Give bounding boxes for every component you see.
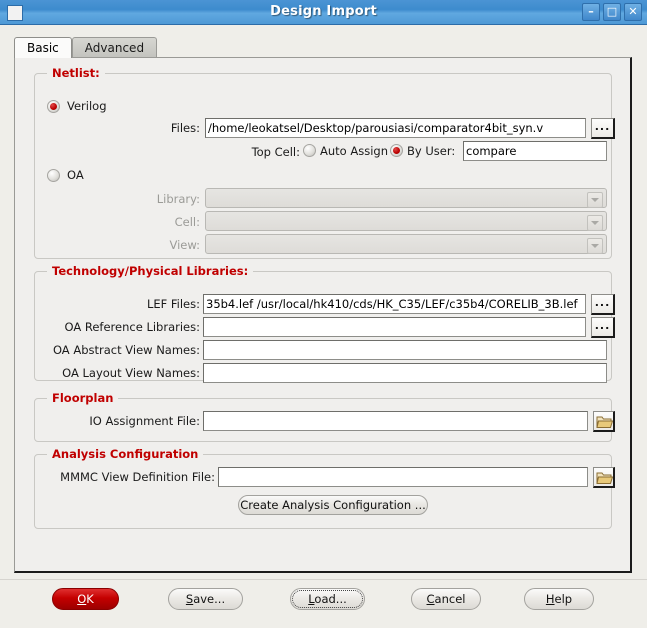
label-io-assignment-file: IO Assignment File: (89, 414, 200, 428)
cell-combo[interactable] (205, 211, 607, 231)
top-cell-input[interactable]: compare (463, 141, 607, 161)
label-top-cell: Top Cell: (251, 145, 300, 159)
oa-reference-libraries-input[interactable] (203, 317, 586, 337)
files-input[interactable]: /home/leokatsel/Desktop/parousiasi/compa… (205, 118, 586, 138)
technology-legend: Technology/Physical Libraries: (47, 264, 254, 278)
label-oa-layout-view-names: OA Layout View Names: (62, 366, 200, 380)
view-combo[interactable] (205, 234, 607, 254)
radio-oa[interactable] (47, 169, 60, 182)
load-button-label: oad... (314, 592, 347, 606)
label-auto-assign: Auto Assign (320, 144, 388, 158)
button-bar-separator (0, 579, 647, 580)
technology-group: Technology/Physical Libraries: LEF Files… (34, 264, 615, 383)
floorplan-legend: Floorplan (47, 391, 119, 405)
mmmc-view-definition-file-input[interactable] (218, 467, 588, 487)
oa-layout-view-names-input[interactable] (203, 363, 607, 383)
label-mmmc-view-definition-file: MMMC View Definition File: (60, 470, 215, 484)
radio-verilog[interactable] (47, 100, 60, 113)
ok-button[interactable]: OK (52, 588, 119, 610)
label-lef-files: LEF Files: (146, 297, 200, 311)
tabstrip: Basic Advanced (14, 36, 158, 58)
label-by-user: By User: (407, 144, 456, 158)
netlist-legend: Netlist: (47, 66, 105, 80)
lef-files-input[interactable]: 35b4.lef /usr/local/hk410/cds/HK_C35/LEF… (203, 294, 586, 314)
save-button[interactable]: Save... (168, 588, 243, 610)
window-controls: – □ ✕ (582, 3, 642, 22)
help-button[interactable]: Help (524, 588, 594, 610)
radio-auto-assign[interactable] (303, 144, 316, 157)
io-assignment-file-browse-button[interactable] (593, 411, 615, 432)
ok-button-mnemonic: O (77, 592, 87, 606)
create-analysis-configuration-button[interactable]: Create Analysis Configuration ... (238, 495, 428, 515)
floorplan-group: Floorplan IO Assignment File: (34, 391, 615, 442)
library-combo[interactable] (205, 188, 607, 208)
radio-by-user[interactable] (390, 144, 403, 157)
window-titlebar: Design Import – □ ✕ (0, 0, 647, 25)
close-icon[interactable]: ✕ (624, 3, 642, 21)
label-view: View: (169, 238, 200, 252)
label-library: Library: (156, 192, 200, 206)
folder-open-icon (596, 416, 613, 428)
label-cell: Cell: (174, 215, 200, 229)
tab-advanced[interactable]: Advanced (71, 37, 158, 58)
minimize-icon[interactable]: – (582, 3, 600, 21)
chevron-down-icon (587, 238, 603, 254)
folder-open-icon (596, 472, 613, 484)
label-files: Files: (170, 121, 200, 135)
cancel-button-label: ancel (434, 592, 466, 606)
oa-reference-libraries-browse-button[interactable]: ... (591, 317, 615, 338)
maximize-icon[interactable]: □ (603, 3, 621, 21)
cancel-button-mnemonic: C (426, 592, 435, 606)
basic-tab-panel: Netlist: Verilog Files: /home/leokatsel/… (14, 57, 632, 573)
files-browse-button[interactable]: ... (591, 118, 615, 139)
label-oa: OA (67, 168, 84, 182)
netlist-group: Netlist: Verilog Files: /home/leokatsel/… (34, 66, 615, 259)
label-verilog: Verilog (67, 99, 107, 113)
dialog-button-bar: OK Save... Load... Cancel Help (0, 588, 647, 614)
cancel-button[interactable]: Cancel (411, 588, 481, 610)
analysis-legend: Analysis Configuration (47, 447, 204, 461)
save-button-label: ave... (193, 592, 226, 606)
load-button[interactable]: Load... (290, 588, 365, 610)
help-button-label: elp (554, 592, 573, 606)
mmmc-view-definition-file-browse-button[interactable] (593, 467, 615, 488)
help-button-mnemonic: H (545, 592, 555, 606)
chevron-down-icon (587, 192, 603, 208)
window-title: Design Import (270, 4, 377, 19)
analysis-configuration-group: Analysis Configuration MMMC View Definit… (34, 447, 615, 529)
oa-abstract-view-names-input[interactable] (203, 340, 607, 360)
chevron-down-icon (587, 215, 603, 231)
label-oa-reference-libraries: OA Reference Libraries: (64, 320, 200, 334)
ok-button-label: K (86, 592, 94, 606)
label-oa-abstract-view-names: OA Abstract View Names: (52, 343, 200, 357)
tab-basic[interactable]: Basic (14, 37, 72, 58)
io-assignment-file-input[interactable] (203, 411, 588, 431)
lef-files-browse-button[interactable]: ... (591, 294, 615, 315)
